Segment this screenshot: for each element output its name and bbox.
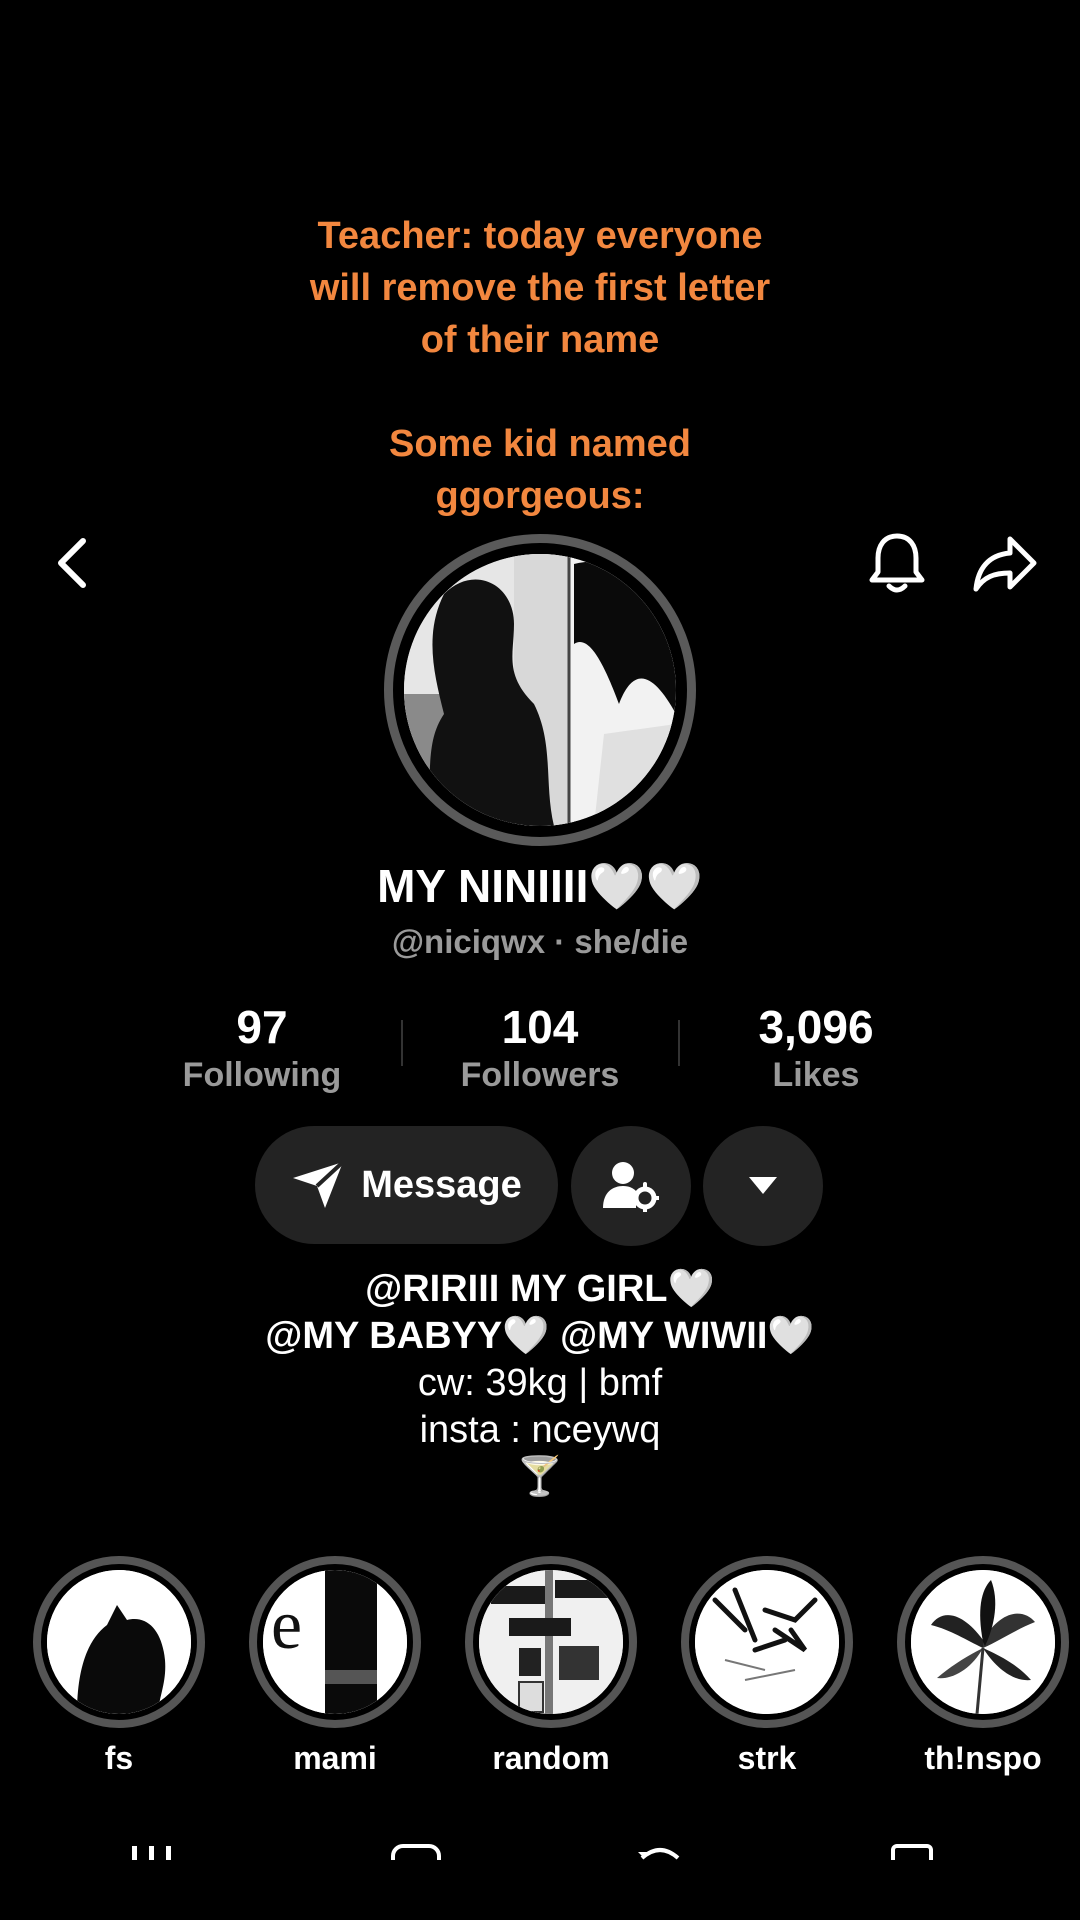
- stat-divider: [401, 1020, 403, 1066]
- more-options-button[interactable]: [703, 1126, 823, 1246]
- caption-line: Some kid named: [389, 423, 691, 465]
- recents-icon[interactable]: [130, 1840, 174, 1860]
- avatar-image: [404, 554, 676, 826]
- send-icon: [293, 1160, 345, 1208]
- highlight-cover: [33, 1556, 205, 1728]
- stat-label: Following: [182, 1056, 342, 1094]
- bio-line: @MY BABYY🤍 @MY WIWII🤍: [265, 1315, 815, 1357]
- highlight-cover: [465, 1556, 637, 1728]
- highlight-strk[interactable]: strk: [681, 1556, 853, 1778]
- share-arrow-icon: [973, 536, 1037, 592]
- bio-line: 🍸: [516, 1456, 564, 1498]
- highlight-label: random: [492, 1740, 610, 1776]
- highlight-thinspo[interactable]: th!nspo: [897, 1556, 1069, 1778]
- bio-line: insta : nceywq: [419, 1409, 661, 1451]
- svg-text:e: e: [271, 1587, 302, 1664]
- highlight-label: strk: [737, 1740, 797, 1776]
- bio-line: cw: 39kg | bmf: [417, 1362, 663, 1404]
- highlight-cover: e: [249, 1556, 421, 1728]
- stat-divider: [678, 1020, 680, 1066]
- share-button[interactable]: [970, 528, 1040, 598]
- meme-caption: Teacher: today everyone will remove the …: [0, 210, 1080, 522]
- notifications-button[interactable]: [862, 528, 932, 598]
- stat-label: Likes: [772, 1056, 860, 1094]
- highlight-cover: [897, 1556, 1069, 1728]
- caption-line: ggorgeous:: [435, 475, 645, 517]
- caption-line: Teacher: today everyone: [317, 215, 763, 257]
- username-line: @niciqwx · she/die: [0, 922, 1080, 962]
- friend-settings-button[interactable]: [571, 1126, 691, 1246]
- bio-line: @RIRIII MY GIRL🤍: [365, 1268, 715, 1310]
- home-icon[interactable]: [390, 1840, 442, 1860]
- user-settings-icon: [603, 1162, 659, 1212]
- profile-avatar[interactable]: [384, 534, 696, 846]
- separator-dot: ·: [554, 923, 575, 960]
- username: @niciqwx: [391, 923, 546, 960]
- chevron-left-icon: [58, 538, 86, 588]
- caption-line: of their name: [420, 319, 660, 361]
- display-name: MY NINIIII🤍🤍: [377, 860, 703, 912]
- message-button[interactable]: Message: [255, 1126, 558, 1244]
- stat-following[interactable]: 97 Following: [142, 1000, 382, 1096]
- stat-label: Followers: [460, 1056, 620, 1094]
- caret-down-icon: [749, 1177, 777, 1194]
- bell-icon: [869, 533, 925, 593]
- highlight-label: th!nspo: [924, 1740, 1042, 1776]
- pronouns: she/die: [574, 923, 689, 960]
- system-nav-bar: [0, 1840, 1080, 1920]
- highlight-fs[interactable]: fs: [33, 1556, 205, 1778]
- stat-value: 97: [236, 1001, 288, 1053]
- highlight-mami[interactable]: e mami: [249, 1556, 421, 1778]
- message-button-label: Message: [361, 1163, 522, 1206]
- highlight-label: mami: [293, 1740, 377, 1776]
- stat-followers[interactable]: 104 Followers: [420, 1000, 660, 1096]
- highlight-cover: [681, 1556, 853, 1728]
- stat-likes[interactable]: 3,096 Likes: [696, 1000, 936, 1096]
- stat-value: 3,096: [758, 1001, 874, 1053]
- highlight-label: fs: [104, 1740, 134, 1776]
- back-nav-icon[interactable]: [890, 1840, 934, 1860]
- rotate-icon[interactable]: [636, 1840, 684, 1860]
- caption-line: will remove the first letter: [309, 267, 771, 309]
- highlight-random[interactable]: random: [465, 1556, 637, 1778]
- back-button[interactable]: [38, 528, 108, 598]
- stat-value: 104: [501, 1001, 579, 1053]
- profile-bio: @RIRIII MY GIRL🤍 @MY BABYY🤍 @MY WIWII🤍 c…: [0, 1266, 1080, 1501]
